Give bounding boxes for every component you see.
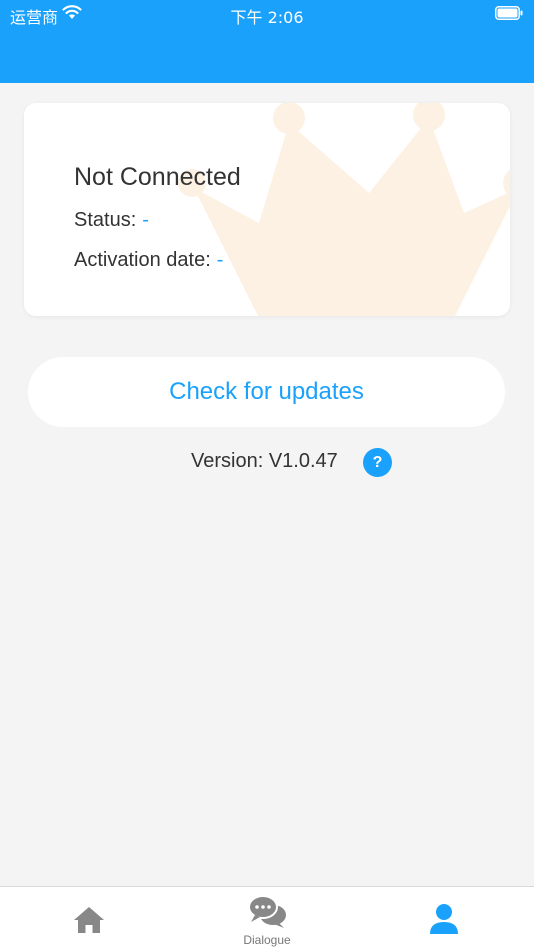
check-for-updates-button[interactable]: Check for updates xyxy=(28,357,505,427)
chat-bubbles-icon xyxy=(248,895,286,928)
status-label: Status: xyxy=(74,209,137,231)
activation-date-label: Activation date: xyxy=(74,249,211,271)
app-header: 运营商 下午 2:06 xyxy=(0,0,534,83)
activation-date-value: - xyxy=(216,249,224,271)
user-icon xyxy=(430,904,458,934)
status-value: - xyxy=(142,209,149,231)
crown-watermark-icon xyxy=(178,103,510,316)
connection-status-title: Not Connected xyxy=(74,163,241,191)
status-row: Status: - xyxy=(74,209,149,232)
version-text: Version: V1.0.47 xyxy=(191,450,338,472)
bottom-tab-bar: Dialogue xyxy=(0,886,534,951)
activation-date-row: Activation date: - xyxy=(74,249,223,272)
tab-home[interactable] xyxy=(0,887,178,951)
tab-profile[interactable] xyxy=(356,887,534,951)
tab-dialogue-label: Dialogue xyxy=(243,933,291,947)
home-icon xyxy=(74,907,104,933)
connection-card: Not Connected Status: - Activation date: - xyxy=(24,103,510,316)
status-time: 下午 2:06 xyxy=(230,8,304,27)
status-bar: 运营商 下午 2:06 xyxy=(0,0,534,28)
tab-dialogue[interactable]: Dialogue xyxy=(178,887,356,951)
help-icon[interactable]: ? xyxy=(363,448,392,477)
battery-icon xyxy=(495,6,523,20)
